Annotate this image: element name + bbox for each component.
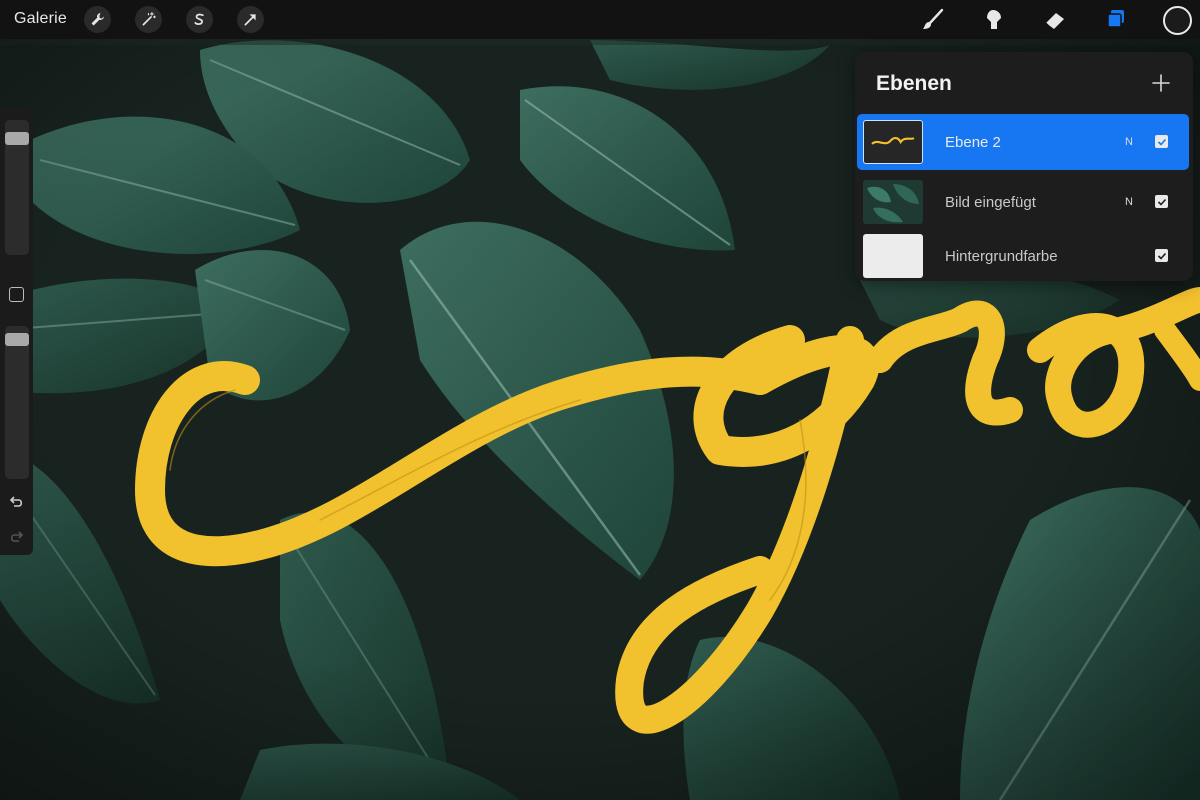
modify-square-icon[interactable]	[9, 287, 24, 302]
selection-icon[interactable]	[186, 6, 213, 33]
redo-icon[interactable]	[8, 528, 25, 545]
brush-icon[interactable]	[919, 6, 947, 34]
gallery-button[interactable]: Galerie	[14, 10, 67, 28]
layer-row-ebene-2[interactable]: Ebene 2 N	[857, 114, 1189, 170]
smudge-icon[interactable]	[980, 6, 1008, 34]
wrench-icon[interactable]	[84, 6, 111, 33]
layer-thumbnail	[863, 120, 923, 164]
layer-row-hintergrundfarbe[interactable]: Hintergrundfarbe	[857, 228, 1189, 284]
eraser-icon[interactable]	[1041, 6, 1069, 34]
magic-wand-icon[interactable]	[135, 6, 162, 33]
layer-name: Bild eingefügt	[945, 194, 1036, 211]
blend-mode-button[interactable]: N	[1125, 196, 1133, 208]
layer-thumbnail	[863, 180, 923, 224]
layers-panel: Ebenen Ebene 2 N Bild eingefügt N Hinter…	[855, 52, 1193, 281]
brush-size-slider[interactable]	[5, 120, 29, 255]
visibility-checkbox[interactable]	[1155, 249, 1168, 262]
opacity-slider[interactable]	[5, 326, 29, 479]
blend-mode-button[interactable]: N	[1125, 136, 1133, 148]
layer-name: Hintergrundfarbe	[945, 248, 1058, 265]
transform-arrow-icon[interactable]	[237, 6, 264, 33]
layer-name: Ebene 2	[945, 134, 1001, 151]
top-toolbar: Galerie	[0, 0, 1200, 39]
opacity-thumb[interactable]	[5, 333, 29, 346]
left-sidebar	[0, 108, 33, 555]
layer-row-bild-eingefuegt[interactable]: Bild eingefügt N	[857, 174, 1189, 230]
undo-icon[interactable]	[8, 493, 25, 510]
plus-icon[interactable]	[1150, 72, 1172, 94]
visibility-checkbox[interactable]	[1155, 195, 1168, 208]
color-picker-button[interactable]	[1163, 6, 1192, 35]
brush-size-thumb[interactable]	[5, 132, 29, 145]
layer-thumbnail	[863, 234, 923, 278]
layers-panel-title: Ebenen	[876, 72, 952, 95]
layers-icon[interactable]	[1102, 6, 1130, 34]
visibility-checkbox[interactable]	[1155, 135, 1168, 148]
